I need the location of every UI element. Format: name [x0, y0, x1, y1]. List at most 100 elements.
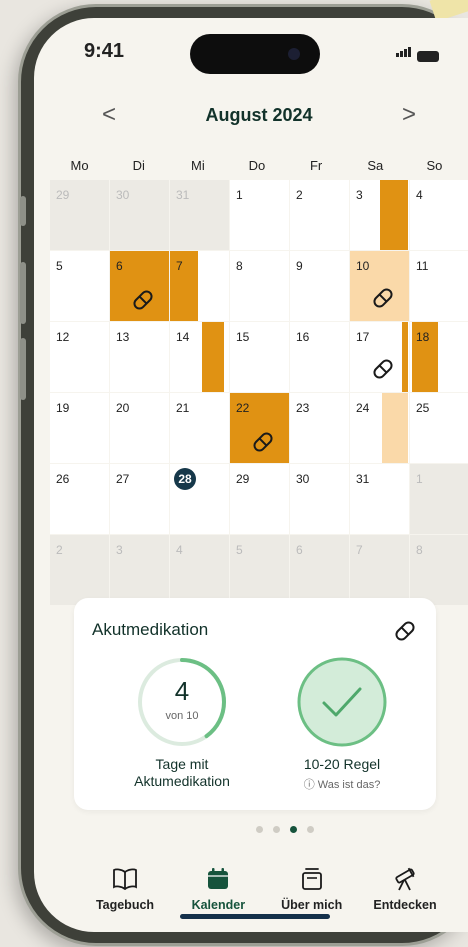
calendar-day[interactable]: 8: [410, 535, 468, 605]
weekday-label: So: [426, 158, 443, 173]
calendar-day[interactable]: 29: [230, 464, 289, 534]
pill-icon: [373, 288, 393, 308]
calendar-day[interactable]: 15: [230, 322, 289, 392]
calendar-day[interactable]: 1: [230, 180, 289, 250]
day-number: 2: [56, 543, 63, 557]
camera-dot: [288, 48, 300, 60]
status-time: 9:41: [84, 40, 125, 62]
calendar-day[interactable]: 7: [350, 535, 409, 605]
day-number: 29: [56, 188, 70, 202]
calendar-day[interactable]: 2: [50, 535, 109, 605]
calendar-day[interactable]: 17: [350, 322, 409, 392]
tab-ueber-mich[interactable]: Über mich: [267, 866, 357, 912]
calendar-day[interactable]: 4: [170, 535, 229, 605]
calendar-week: 2 3 4 5 6 7 8: [50, 535, 468, 605]
calendar-day[interactable]: 31: [170, 180, 229, 250]
dynamic-island: [190, 34, 320, 74]
calendar-day[interactable]: 5: [230, 535, 289, 605]
calendar-day[interactable]: 5: [50, 251, 109, 321]
day-number: 11: [416, 259, 429, 273]
rule-info-link[interactable]: ⓘ Was ist das?: [270, 776, 414, 792]
calendar-week: 12 13 14 15 16 17 18: [50, 322, 468, 392]
calendar-day[interactable]: 13: [110, 322, 169, 392]
calendar-day[interactable]: 30: [110, 180, 169, 250]
tab-label: Tagebuch: [95, 898, 155, 912]
calendar-grid: 29 30 31 1 2 3 4 5 6 7 8 9 10 11 12 13 1…: [50, 180, 468, 606]
calendar-day[interactable]: 10: [350, 251, 409, 321]
calendar-day[interactable]: 19: [50, 393, 109, 463]
day-number: 3: [356, 188, 363, 202]
day-number: 1: [236, 188, 243, 202]
day-number: 1: [416, 472, 423, 486]
day-number: 18: [416, 330, 430, 344]
day-number: 27: [116, 472, 130, 486]
rule-status: [296, 656, 388, 748]
headache-bar: [380, 180, 408, 250]
page-dot[interactable]: [307, 826, 314, 833]
calendar-day[interactable]: 29: [50, 180, 109, 250]
calendar-day[interactable]: 12: [50, 322, 109, 392]
calendar-day[interactable]: 16: [290, 322, 349, 392]
calendar-day[interactable]: 9: [290, 251, 349, 321]
page-indicator: [256, 826, 314, 833]
tab-kalender[interactable]: Kalender: [173, 866, 263, 912]
calendar-day[interactable]: 14: [170, 322, 229, 392]
calendar-day-today[interactable]: 28: [170, 464, 229, 534]
page-dot[interactable]: [273, 826, 280, 833]
tab-entdecken[interactable]: Entdecken: [360, 866, 450, 912]
day-number: 22: [236, 401, 250, 415]
calendar-day[interactable]: 31: [350, 464, 409, 534]
medication-count-total: von 10: [165, 710, 199, 722]
calendar-day[interactable]: 4: [410, 180, 468, 250]
day-number: 16: [296, 330, 310, 344]
headache-bar: [382, 393, 408, 463]
next-month-button[interactable]: >: [394, 101, 424, 129]
calendar-day[interactable]: 25: [410, 393, 468, 463]
page-dot-active[interactable]: [290, 826, 297, 833]
calendar-day[interactable]: 6: [290, 535, 349, 605]
calendar-day[interactable]: 23: [290, 393, 349, 463]
medication-count: 4: [174, 676, 190, 706]
day-number: 7: [356, 543, 363, 557]
tab-label: Über mich: [281, 898, 343, 912]
calendar-day[interactable]: 27: [110, 464, 169, 534]
calendar-day[interactable]: 11: [410, 251, 468, 321]
tab-tagebuch[interactable]: Tagebuch: [80, 866, 170, 912]
day-number: 29: [236, 472, 250, 486]
calendar-day[interactable]: 24: [350, 393, 409, 463]
calendar-day[interactable]: 1: [410, 464, 468, 534]
status-icons: [396, 44, 439, 62]
calendar-day[interactable]: 2: [290, 180, 349, 250]
weekday-label: Fr: [309, 158, 323, 173]
day-number: 23: [296, 401, 310, 415]
day-number: 30: [296, 472, 310, 486]
calendar-day[interactable]: 3: [350, 180, 409, 250]
home-indicator[interactable]: [180, 914, 330, 919]
calendar-day[interactable]: 3: [110, 535, 169, 605]
day-number: 7: [176, 259, 183, 273]
calendar-day[interactable]: 6: [110, 251, 169, 321]
prev-month-button[interactable]: <: [94, 101, 124, 129]
label-line: Tage mit: [155, 756, 209, 772]
calendar-day[interactable]: 30: [290, 464, 349, 534]
calendar-day[interactable]: 18: [410, 322, 468, 392]
profile-box-icon: [301, 868, 322, 890]
headache-bar: [202, 322, 224, 392]
info-icon: ⓘ: [303, 779, 315, 791]
calendar-day[interactable]: 20: [110, 393, 169, 463]
day-number: 5: [56, 259, 63, 273]
calendar-icon: [208, 868, 229, 889]
calendar-day[interactable]: 7: [170, 251, 229, 321]
page-dot[interactable]: [256, 826, 263, 833]
phone-side-button: [20, 262, 26, 324]
calendar-day[interactable]: 26: [50, 464, 109, 534]
calendar-day[interactable]: 8: [230, 251, 289, 321]
calendar-day[interactable]: 22: [230, 393, 289, 463]
acute-medication-card[interactable]: Akutmedikation 4 von 10 Tage mit Aktumed…: [74, 598, 436, 810]
book-icon: [113, 868, 137, 890]
calendar-day[interactable]: 21: [170, 393, 229, 463]
day-number: 6: [116, 259, 123, 273]
day-number: 4: [416, 188, 423, 202]
day-number: 10: [356, 259, 370, 273]
day-number: 15: [236, 330, 250, 344]
